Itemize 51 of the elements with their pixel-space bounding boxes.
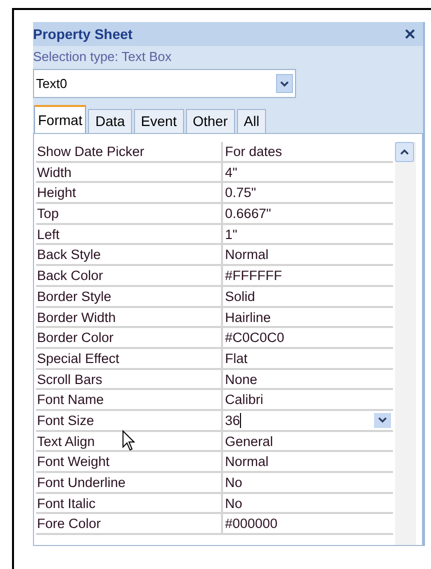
- property-name: Scroll Bars: [36, 370, 223, 388]
- property-value[interactable]: 0.75": [223, 183, 394, 202]
- property-name: Top: [36, 204, 223, 223]
- property-value[interactable]: Normal: [223, 452, 394, 471]
- property-value[interactable]: #FFFFFF: [223, 266, 394, 285]
- property-name: Border Width: [36, 308, 223, 326]
- close-icon[interactable]: [405, 29, 415, 39]
- property-value[interactable]: 4": [223, 162, 394, 182]
- property-value[interactable]: General: [223, 432, 394, 450]
- property-name: Left: [36, 224, 223, 244]
- property-name: Border Color: [36, 328, 223, 347]
- dropdown-icon: [378, 417, 388, 424]
- property-name: Back Style: [36, 245, 223, 264]
- panel-title: Property Sheet: [33, 24, 133, 44]
- property-name: Special Effect: [36, 348, 223, 368]
- property-name: Font Underline: [36, 473, 223, 492]
- property-name: Font Italic: [36, 494, 223, 512]
- property-value[interactable]: No: [223, 473, 394, 492]
- property-name: Font Size: [36, 410, 223, 430]
- mouse-pointer-icon: [122, 430, 135, 452]
- property-value[interactable]: Solid: [223, 286, 394, 306]
- property-name: Font Name: [36, 390, 223, 409]
- object-combo[interactable]: Text0: [33, 69, 296, 98]
- property-name: Width: [36, 162, 223, 182]
- property-value[interactable]: No: [223, 494, 394, 512]
- property-value[interactable]: #C0C0C0: [223, 328, 394, 347]
- tab[interactable]: Data: [88, 109, 132, 133]
- tab[interactable]: All: [236, 109, 266, 133]
- scroll-up-icon: [400, 149, 410, 155]
- tab[interactable]: Format: [34, 105, 86, 133]
- tab[interactable]: Other: [186, 109, 235, 133]
- property-name: Show Date Picker: [36, 142, 223, 161]
- property-value[interactable]: Normal: [223, 245, 394, 264]
- property-name: Border Style: [36, 286, 223, 306]
- dropdown-icon: [280, 80, 289, 86]
- value-combo[interactable]: 36: [223, 410, 394, 430]
- property-name: Height: [36, 183, 223, 202]
- property-name: Fore Color: [36, 514, 223, 534]
- property-value[interactable]: Hairline: [223, 308, 394, 326]
- property-value[interactable]: None: [223, 370, 394, 388]
- property-value[interactable]: #000000: [223, 514, 394, 534]
- selection-type-label: Selection type: Text Box: [33, 48, 173, 66]
- property-value[interactable]: For dates: [223, 142, 394, 161]
- property-name: Back Color: [36, 266, 223, 285]
- property-value[interactable]: Flat: [223, 348, 394, 368]
- property-value[interactable]: 1": [223, 224, 394, 244]
- scrollbar[interactable]: [395, 142, 416, 545]
- property-value[interactable]: 0.6667": [223, 204, 394, 223]
- property-name: Font Weight: [36, 452, 223, 471]
- property-value[interactable]: Calibri: [223, 390, 394, 409]
- tab[interactable]: Event: [134, 109, 184, 133]
